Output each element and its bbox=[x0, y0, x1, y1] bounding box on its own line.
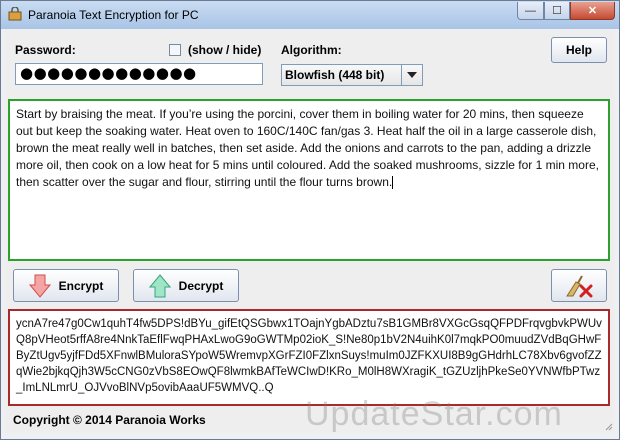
decrypt-button[interactable]: Decrypt bbox=[133, 269, 239, 302]
show-hide-label[interactable]: (show / hide) bbox=[188, 43, 261, 57]
main-panel: Password: (show / hide) ●●●●●●●●●●●●● Al… bbox=[5, 29, 615, 433]
ciphertext-area[interactable]: ycnA7re47g0Cw1quhT4fw5DPS!dBYu_gifEtQSGb… bbox=[8, 309, 610, 406]
clear-button[interactable] bbox=[551, 269, 607, 302]
help-button-label: Help bbox=[565, 43, 592, 57]
arrow-up-icon bbox=[148, 273, 171, 297]
title-bar[interactable]: Paranoia Text Encryption for PC — ☐ ✕ bbox=[1, 1, 619, 29]
show-password-checkbox[interactable] bbox=[169, 44, 181, 56]
algorithm-label: Algorithm: bbox=[281, 43, 342, 57]
encrypt-button[interactable]: Encrypt bbox=[13, 269, 119, 302]
close-icon: ✕ bbox=[587, 5, 598, 17]
close-button[interactable]: ✕ bbox=[570, 2, 615, 20]
password-input[interactable]: ●●●●●●●●●●●●● bbox=[15, 63, 263, 85]
app-lock-icon bbox=[8, 7, 22, 21]
window-title: Paranoia Text Encryption for PC bbox=[28, 8, 199, 22]
text-caret bbox=[392, 176, 394, 190]
copyright-text: Copyright © 2014 Paranoia Works bbox=[13, 413, 206, 427]
minimize-icon: — bbox=[525, 4, 536, 17]
decrypt-button-label: Decrypt bbox=[178, 278, 224, 293]
maximize-button[interactable]: ☐ bbox=[544, 2, 570, 20]
encrypt-button-label: Encrypt bbox=[58, 278, 104, 293]
plaintext-area[interactable]: Start by braising the meat. If you’re us… bbox=[8, 99, 610, 261]
resize-grip-icon[interactable] bbox=[603, 421, 613, 431]
plaintext-content: Start by braising the meat. If you’re us… bbox=[16, 107, 599, 189]
maximize-icon: ☐ bbox=[552, 5, 562, 17]
watermark-text: UpdateStar.com bbox=[305, 395, 563, 433]
broom-clear-icon bbox=[566, 275, 593, 297]
minimize-button[interactable]: — bbox=[517, 2, 544, 20]
arrow-down-icon bbox=[28, 274, 51, 298]
algorithm-selected-value: Blowfish (448 bit) bbox=[285, 68, 385, 82]
algorithm-select[interactable]: Blowfish (448 bit) bbox=[281, 64, 423, 86]
password-label: Password: bbox=[15, 43, 76, 57]
app-window: Paranoia Text Encryption for PC — ☐ ✕ Pa… bbox=[0, 0, 620, 440]
help-button[interactable]: Help bbox=[551, 37, 607, 63]
dropdown-arrow-icon[interactable] bbox=[401, 65, 422, 85]
